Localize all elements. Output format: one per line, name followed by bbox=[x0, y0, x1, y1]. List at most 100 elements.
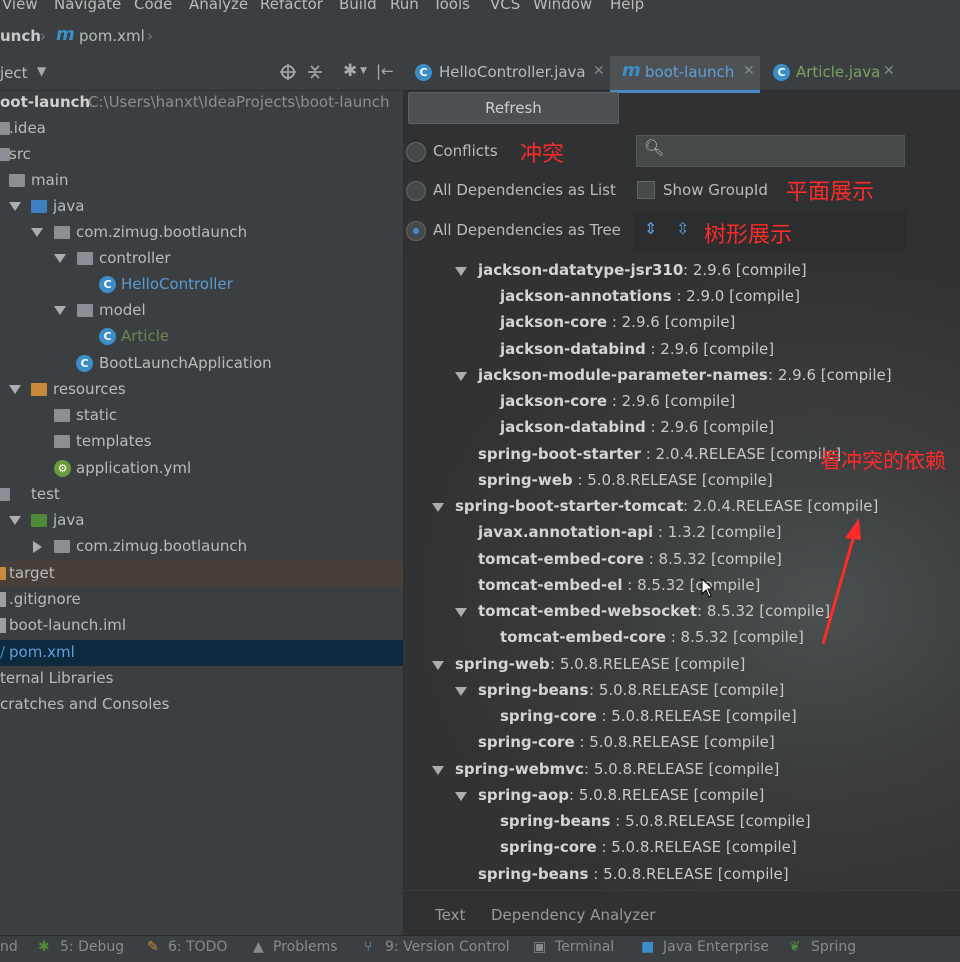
expand-arrow-icon[interactable] bbox=[9, 385, 21, 394]
dep-row[interactable]: spring-boot-starter : 2.0.4.RELEASE [com… bbox=[478, 445, 841, 469]
menu-help[interactable]: Help bbox=[610, 0, 644, 13]
expand-arrow-icon[interactable] bbox=[9, 202, 21, 211]
tree-item-java[interactable]: java bbox=[0, 194, 403, 220]
tree-item-pom[interactable]: / pom.xml bbox=[0, 640, 403, 666]
tree-item-main[interactable]: main bbox=[0, 168, 403, 194]
tree-item-static[interactable]: static bbox=[0, 403, 403, 429]
tree-item-controller[interactable]: controller bbox=[0, 246, 403, 272]
breadcrumb-project[interactable]: unch bbox=[0, 27, 41, 45]
project-view-selector[interactable]: ject bbox=[0, 64, 28, 82]
menu-run[interactable]: Run bbox=[390, 0, 419, 13]
tree-item-bootlaunchapplication[interactable]: C BootLaunchApplication bbox=[0, 351, 403, 377]
dep-row[interactable]: tomcat-embed-core : 8.5.32 [compile] bbox=[478, 550, 782, 574]
menu-refactor[interactable]: Refactor bbox=[260, 0, 323, 13]
breadcrumb-file[interactable]: pom.xml bbox=[79, 27, 145, 45]
dep-row[interactable]: jackson-core : 2.9.6 [compile] bbox=[500, 313, 735, 337]
tab-article[interactable]: C Article.java ✕ bbox=[763, 56, 913, 90]
expand-arrow-icon[interactable] bbox=[455, 792, 467, 801]
collapse-all-icon[interactable] bbox=[307, 64, 323, 80]
expand-arrow-icon[interactable] bbox=[54, 306, 66, 315]
tool-spring[interactable]: Spring bbox=[811, 939, 856, 955]
dep-row[interactable]: spring-beans : 5.0.8.RELEASE [compile] bbox=[478, 865, 789, 889]
tool-todo[interactable]: 6: TODO bbox=[168, 939, 227, 955]
tree-item-src[interactable]: src bbox=[0, 142, 403, 168]
conflicts-radio[interactable] bbox=[406, 142, 426, 162]
expand-arrow-icon[interactable] bbox=[9, 516, 21, 525]
tree-item-resources[interactable]: resources bbox=[0, 377, 403, 403]
dep-row[interactable]: javax.annotation-api : 1.3.2 [compile] bbox=[478, 523, 782, 547]
expand-arrow-icon[interactable] bbox=[455, 608, 467, 617]
tree-item-application-yml[interactable]: ⚙ application.yml bbox=[0, 456, 403, 482]
dep-row[interactable]: jackson-databind : 2.9.6 [compile] bbox=[500, 340, 774, 364]
expand-arrow-icon[interactable] bbox=[455, 687, 467, 696]
hide-panel-icon[interactable]: |← bbox=[376, 62, 394, 80]
tree-item-external-libraries[interactable]: ternal Libraries bbox=[0, 666, 403, 692]
collapse-all-icon[interactable]: ⇳ bbox=[676, 219, 689, 238]
dep-row[interactable]: jackson-databind : 2.9.6 [compile] bbox=[500, 418, 774, 442]
close-icon[interactable]: ✕ bbox=[883, 63, 895, 79]
dep-row[interactable]: spring-core : 5.0.8.RELEASE [compile] bbox=[500, 838, 797, 862]
refresh-button[interactable]: Refresh bbox=[408, 92, 619, 124]
search-input[interactable]: 🔍︎ bbox=[636, 135, 905, 167]
conflicts-label[interactable]: Conflicts bbox=[433, 142, 498, 160]
tool-java-enterprise[interactable]: Java Enterprise bbox=[663, 939, 769, 955]
menu-code[interactable]: Code bbox=[134, 0, 172, 13]
dep-row[interactable]: spring-web : 5.0.8.RELEASE [compile] bbox=[478, 471, 773, 495]
expand-arrow-icon[interactable] bbox=[31, 228, 43, 237]
tab-hellocontroller[interactable]: C HelloController.java ✕ bbox=[407, 56, 609, 90]
dep-row[interactable]: spring-beans : 5.0.8.RELEASE [compile] bbox=[500, 812, 811, 836]
tree-item-article[interactable]: C Article bbox=[0, 324, 403, 350]
expand-arrow-icon[interactable] bbox=[54, 254, 66, 263]
tool-run[interactable]: nd bbox=[0, 939, 18, 955]
show-groupid-checkbox[interactable] bbox=[637, 181, 655, 199]
tree-item-model[interactable]: model bbox=[0, 298, 403, 324]
gear-icon[interactable]: ✱ bbox=[343, 61, 357, 81]
tool-version-control[interactable]: 9: Version Control bbox=[385, 939, 510, 955]
tree-item-gitignore[interactable]: .gitignore bbox=[0, 587, 403, 613]
expand-arrow-icon[interactable] bbox=[432, 766, 444, 775]
dep-row[interactable]: spring-core : 5.0.8.RELEASE [compile] bbox=[500, 707, 797, 731]
menu-analyze[interactable]: Analyze bbox=[189, 0, 248, 13]
tree-item-templates[interactable]: templates bbox=[0, 429, 403, 455]
dep-row[interactable]: spring-core : 5.0.8.RELEASE [compile] bbox=[478, 733, 775, 757]
dep-row[interactable]: tomcat-embed-el : 8.5.32 [compile] bbox=[478, 576, 760, 600]
tree-label[interactable]: All Dependencies as Tree bbox=[433, 221, 621, 239]
menu-view[interactable]: View bbox=[2, 0, 38, 13]
tree-item-test-package[interactable]: com.zimug.bootlaunch bbox=[0, 534, 403, 560]
tab-boot-launch[interactable]: m boot-launch ✕ bbox=[610, 56, 760, 93]
expand-arrow-icon[interactable] bbox=[455, 267, 467, 276]
expand-arrow-icon[interactable] bbox=[432, 503, 444, 512]
menu-window[interactable]: Window bbox=[533, 0, 592, 13]
tree-item-scratches[interactable]: cratches and Consoles bbox=[0, 692, 403, 718]
tree-item-test-java[interactable]: java bbox=[0, 508, 403, 534]
tree-item-target[interactable]: target bbox=[0, 561, 403, 587]
collapse-arrow-icon[interactable] bbox=[33, 541, 42, 553]
locate-icon[interactable] bbox=[280, 64, 296, 80]
close-icon[interactable]: ✕ bbox=[593, 63, 605, 79]
tab-text[interactable]: Text bbox=[435, 906, 465, 924]
tree-item-package[interactable]: com.zimug.bootlaunch bbox=[0, 220, 403, 246]
tree-radio[interactable] bbox=[406, 221, 426, 241]
menu-tools[interactable]: Tools bbox=[433, 0, 470, 13]
dep-row[interactable]: jackson-core : 2.9.6 [compile] bbox=[500, 392, 735, 416]
tree-item-hellocontroller[interactable]: C HelloController bbox=[0, 272, 403, 298]
tool-terminal[interactable]: Terminal bbox=[555, 939, 614, 955]
tool-problems[interactable]: Problems bbox=[273, 939, 338, 955]
expand-arrow-icon[interactable] bbox=[455, 372, 467, 381]
expand-arrow-icon[interactable] bbox=[432, 661, 444, 670]
menu-build[interactable]: Build bbox=[339, 0, 377, 13]
chevron-down-icon[interactable]: ▼ bbox=[37, 64, 46, 78]
list-label[interactable]: All Dependencies as List bbox=[433, 181, 616, 199]
expand-all-icon[interactable]: ⇕ bbox=[644, 219, 657, 238]
tree-item-idea[interactable]: .idea bbox=[0, 116, 403, 142]
tree-root[interactable]: oot-launch C:\Users\hanxt\IdeaProjects\b… bbox=[0, 90, 403, 116]
dep-row[interactable]: jackson-annotations : 2.9.0 [compile] bbox=[500, 287, 800, 311]
chevron-down-icon[interactable]: ▼ bbox=[360, 66, 367, 76]
tab-dependency-analyzer[interactable]: Dependency Analyzer bbox=[491, 906, 655, 924]
menu-vcs[interactable]: VCS bbox=[490, 0, 520, 13]
tool-debug[interactable]: 5: Debug bbox=[60, 939, 124, 955]
menu-navigate[interactable]: Navigate bbox=[54, 0, 121, 13]
dep-row[interactable]: tomcat-embed-core : 8.5.32 [compile] bbox=[500, 628, 804, 652]
show-groupid-label[interactable]: Show GroupId bbox=[663, 181, 768, 199]
tree-item-test[interactable]: test bbox=[0, 482, 403, 508]
